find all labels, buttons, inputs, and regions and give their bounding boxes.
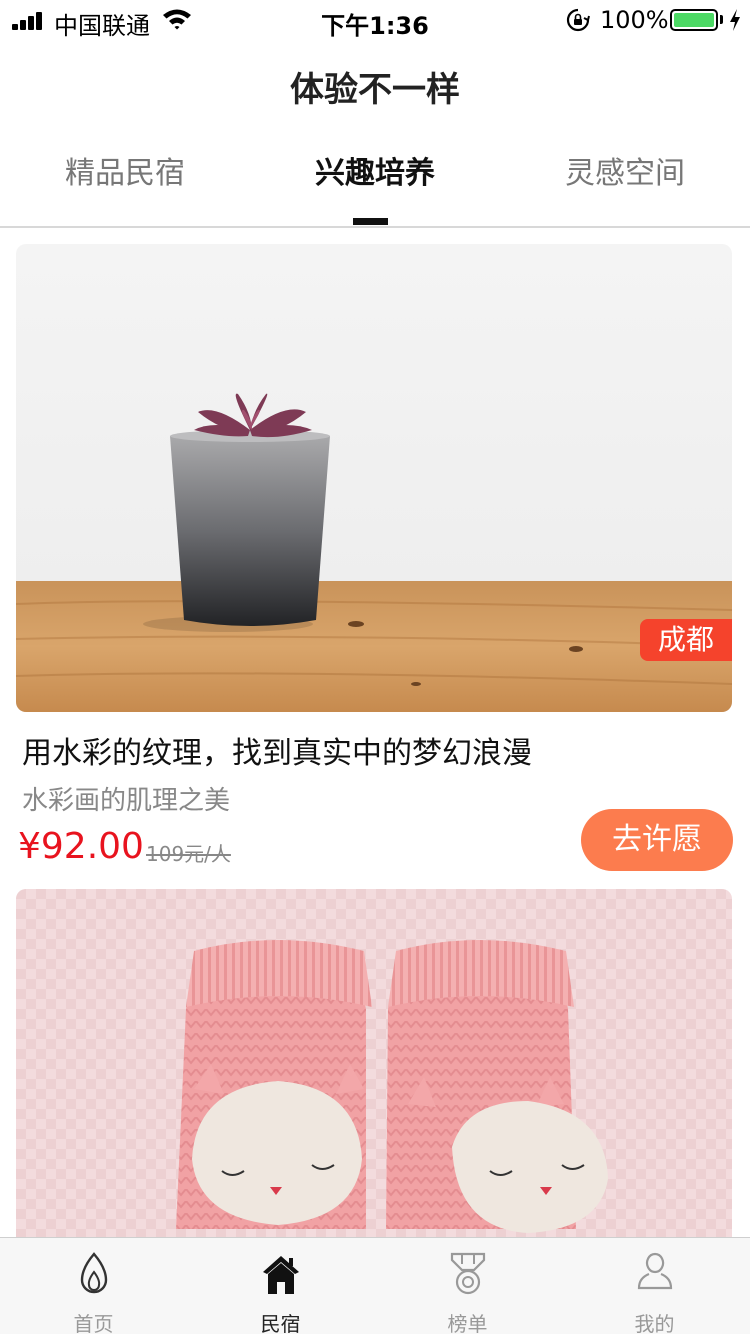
orientation-lock-icon [566,8,590,32]
nav-homestay[interactable]: 民宿 [187,1238,374,1334]
nav-home-label: 首页 [73,1312,114,1334]
page-title: 体验不一样 [290,70,460,110]
tab-interest-training[interactable]: 兴趣培养 [250,148,500,192]
category-tabs: 精品民宿 兴趣培养 灵感空间 [0,130,750,228]
status-bar: 中国联通 下午1:36 100% [0,0,750,40]
card-image[interactable]: 成都 [16,244,732,712]
active-tab-indicator [353,218,388,225]
person-icon [637,1252,673,1290]
make-wish-button[interactable]: 去许愿 [581,809,733,871]
battery-icon [670,9,718,31]
medal-icon [450,1252,486,1295]
tab-inspiration-space[interactable]: 灵感空间 [500,148,750,192]
bottom-tab-bar: 首页 民宿 榜单 我的 [0,1237,750,1334]
card-title[interactable]: 用水彩的纹理，找到真实中的梦幻浪漫 [22,728,532,772]
charging-bolt-icon [730,9,740,31]
flame-icon [80,1252,108,1294]
nav-ranking[interactable]: 榜单 [374,1238,561,1334]
succulent-pot-photo [16,244,732,712]
city-badge: 成都 [639,619,732,661]
tab-boutique-homestay[interactable]: 精品民宿 [0,148,250,192]
nav-homestay-label: 民宿 [260,1312,301,1334]
home-icon [263,1256,299,1294]
original-price: 109元/人 [146,842,231,866]
nav-home[interactable]: 首页 [0,1238,187,1334]
pink-knitted-baby-booties-photo [16,889,732,1237]
current-price: ¥92.00 [18,826,144,867]
battery-percentage: 100% [600,6,669,34]
nav-ranking-label: 榜单 [447,1312,488,1334]
card-subtitle: 水彩画的肌理之美 [22,786,231,816]
nav-profile[interactable]: 我的 [561,1238,748,1334]
card-image[interactable] [16,889,732,1237]
experience-card[interactable] [16,889,732,1237]
experience-card[interactable]: 成都 用水彩的纹理，找到真实中的梦幻浪漫 水彩画的肌理之美 ¥92.00 109… [16,244,733,871]
nav-profile-label: 我的 [634,1312,675,1334]
